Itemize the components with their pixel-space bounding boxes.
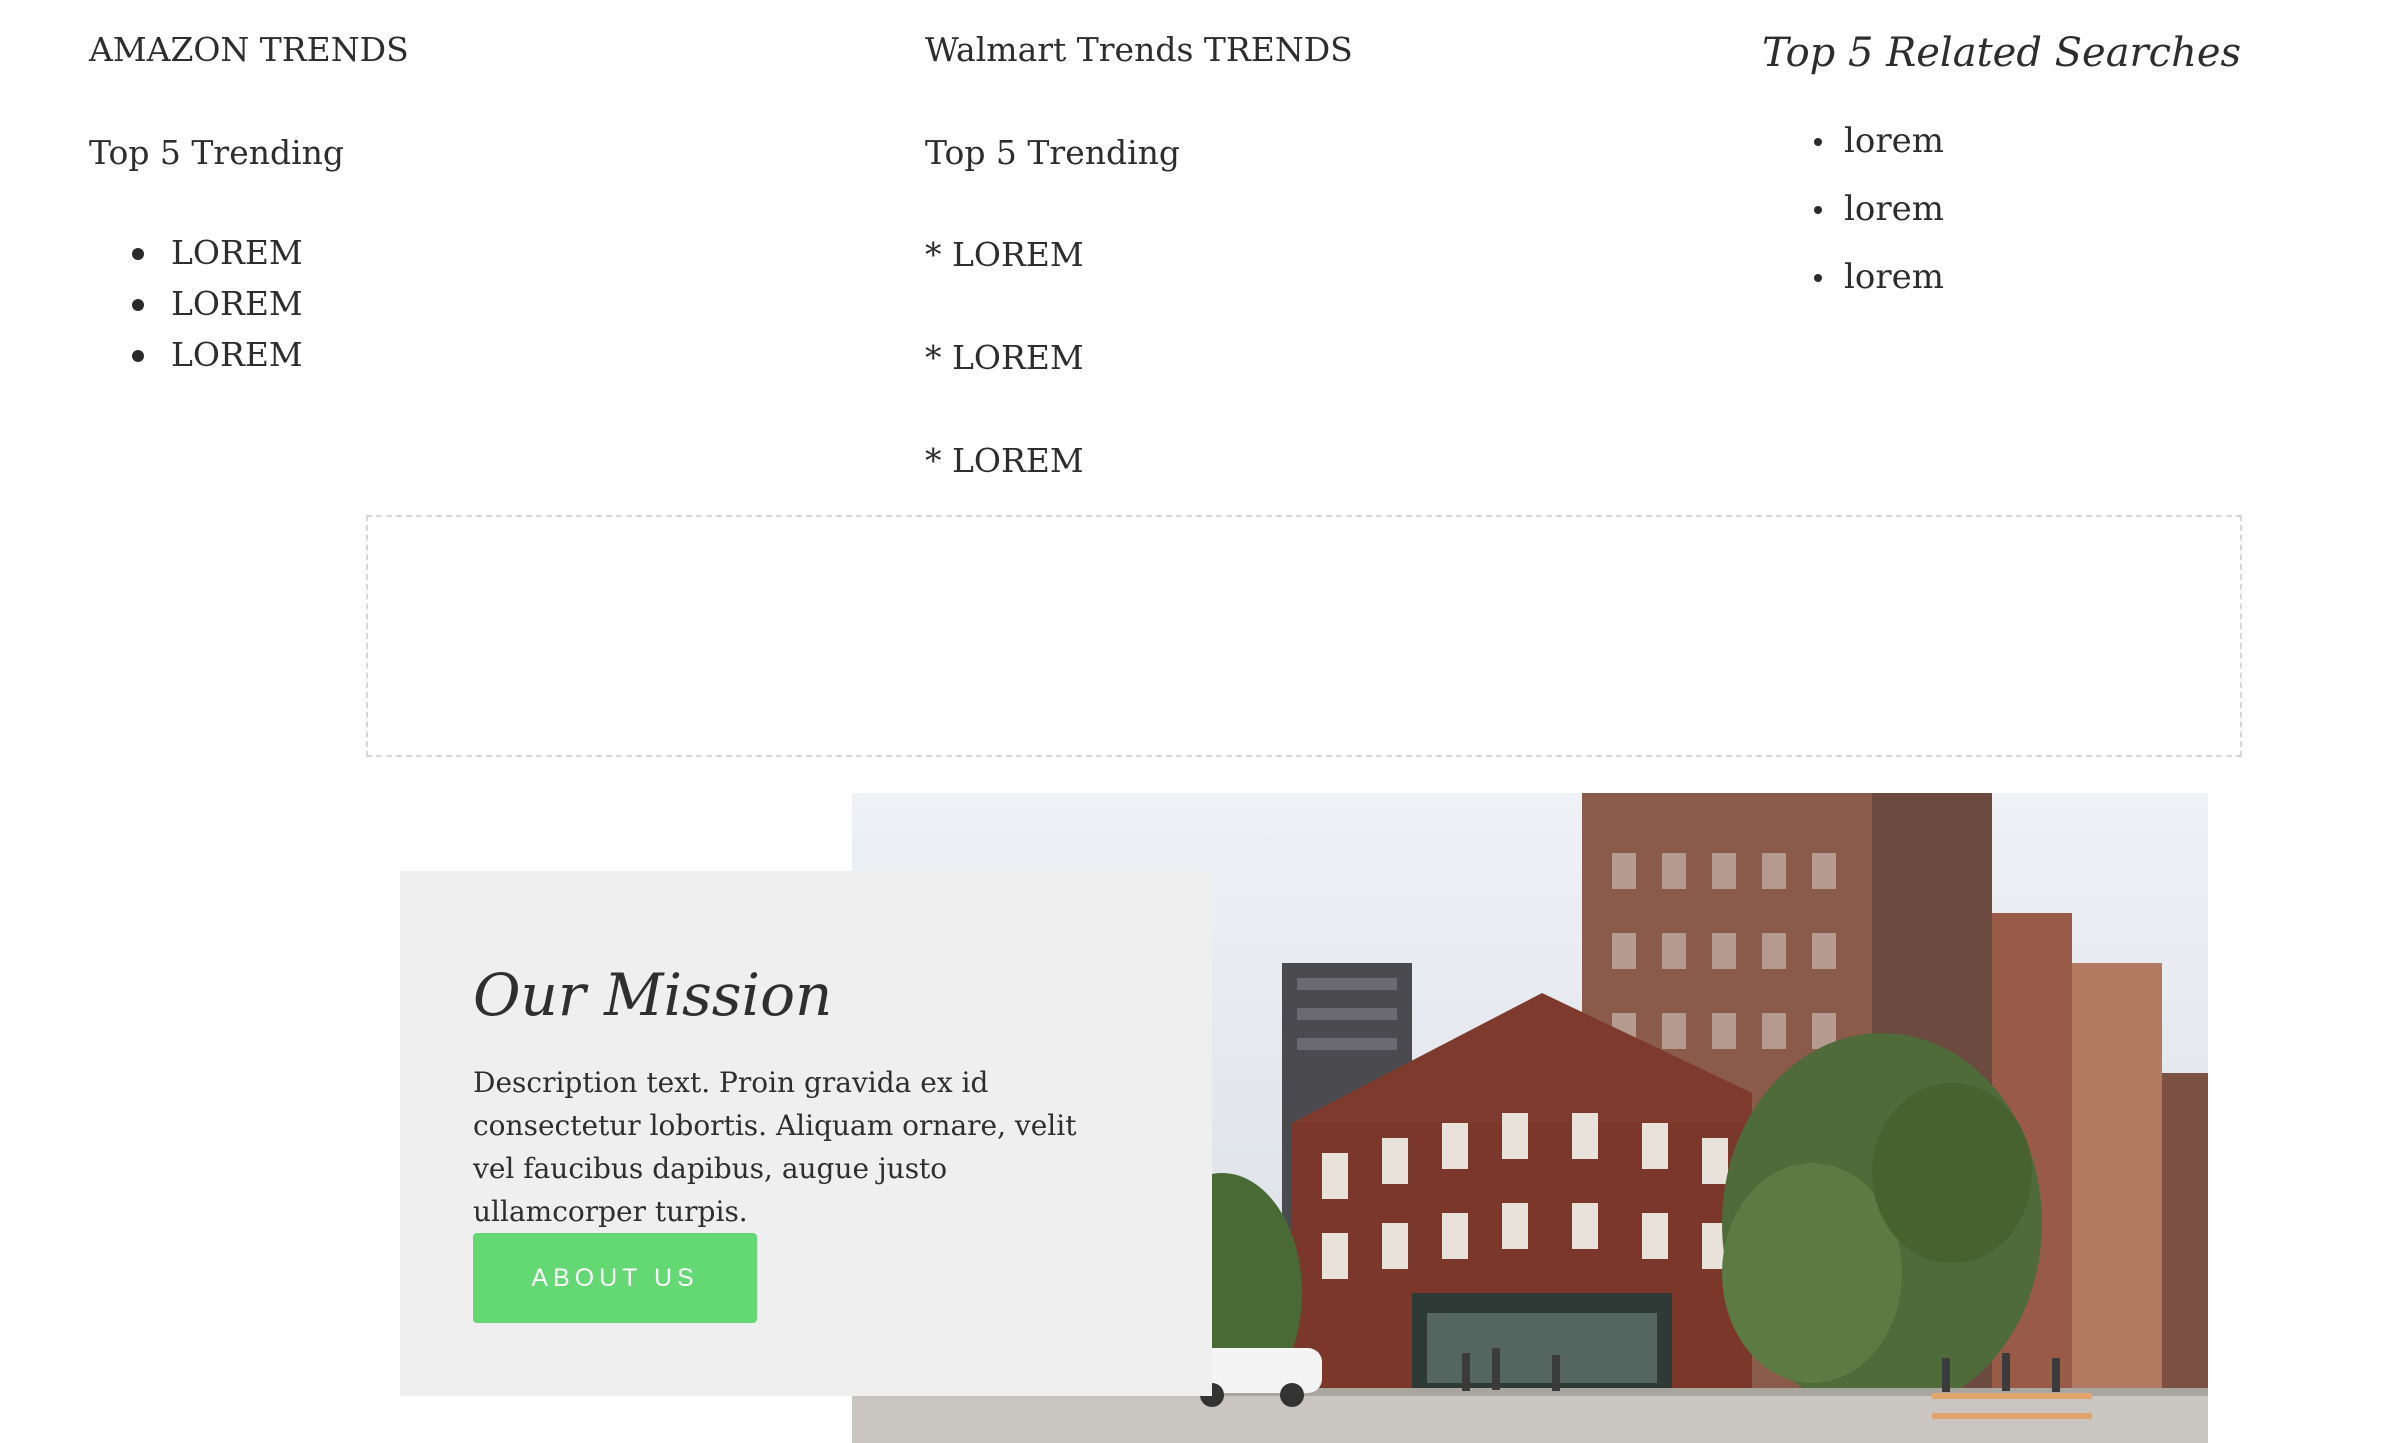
related-search-link[interactable]: lorem: [1844, 124, 1944, 158]
list-item-label: LOREM: [171, 335, 303, 374]
walmart-trend-item: * LOREM: [925, 441, 1084, 480]
related-search-link[interactable]: lorem: [1844, 260, 1944, 294]
list-item-label: LOREM: [171, 284, 303, 323]
walmart-top5-subheading: Top 5 Trending: [925, 133, 1181, 172]
walmart-trend-item: * LOREM: [925, 338, 1084, 377]
bullet-icon: [132, 248, 144, 260]
bullet-icon: [1814, 206, 1822, 214]
bullet-icon: [1814, 138, 1822, 146]
mission-card: Our Mission Description text. Proin grav…: [400, 871, 1212, 1396]
amazon-trending-list: LOREM LOREM LOREM: [89, 236, 489, 376]
walmart-trend-item: * LOREM: [925, 235, 1084, 274]
about-us-button[interactable]: ABOUT US: [473, 1233, 757, 1323]
mission-description: Description text. Proin gravida ex id co…: [473, 1066, 1077, 1228]
amazon-trends-heading: AMAZON TRENDS: [89, 30, 409, 69]
related-searches-heading: Top 5 Related Searches: [1762, 30, 2242, 76]
bullet-icon: [132, 299, 144, 311]
bullet-icon: [1814, 274, 1822, 282]
amazon-top5-subheading: Top 5 Trending: [89, 133, 345, 172]
related-search-link[interactable]: lorem: [1844, 192, 1944, 226]
related-searches-list: lorem lorem lorem: [1800, 120, 2100, 300]
walmart-trends-heading: Walmart Trends TRENDS: [925, 30, 1353, 69]
mission-title: Our Mission: [473, 961, 833, 1029]
bullet-icon: [132, 350, 144, 362]
empty-placeholder-box: [366, 515, 2242, 757]
list-item-label: LOREM: [171, 233, 303, 272]
